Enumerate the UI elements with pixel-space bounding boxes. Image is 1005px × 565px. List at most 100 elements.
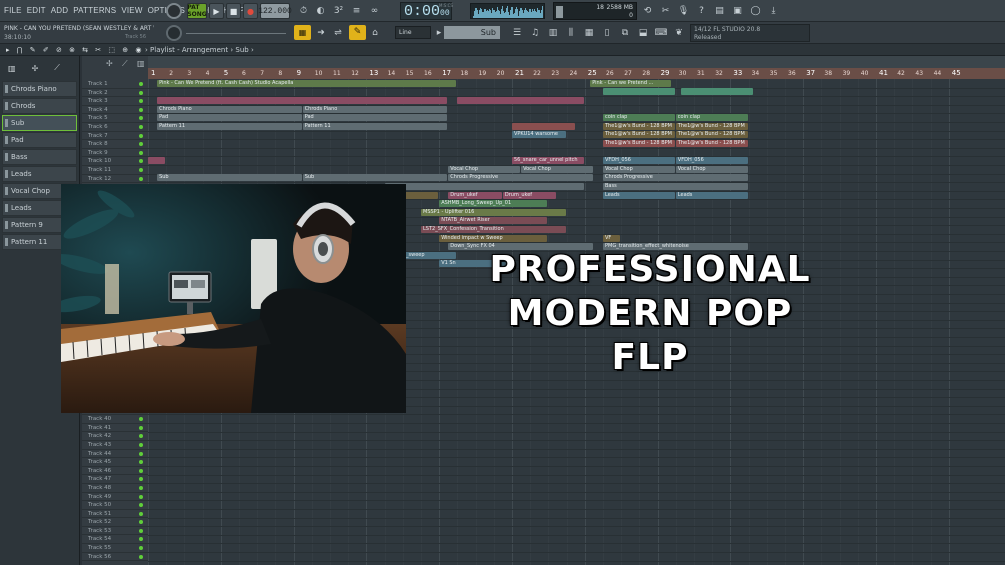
track-enable-led[interactable] [139, 451, 143, 456]
playlist-clip[interactable]: Drum_ukef [502, 191, 557, 199]
audio-icon[interactable]: ⟋ [54, 63, 60, 73]
playlist-clip[interactable]: Pink - Can We Pretend (ft. Cash Cash) St… [157, 79, 457, 87]
magnet-icon[interactable]: ⋂ [17, 46, 23, 54]
track-header[interactable]: Track 11 [82, 166, 148, 175]
playlist-clip[interactable]: Drum_ukef [448, 191, 502, 199]
master-pitch-knob[interactable] [166, 25, 182, 41]
tempo-display[interactable]: 122.000 [258, 3, 292, 19]
track-enable-led[interactable] [139, 528, 143, 533]
playlist-clip[interactable] [384, 183, 584, 190]
track-enable-led[interactable] [139, 142, 143, 147]
delete-icon[interactable]: ⊘ [56, 46, 62, 54]
track-header[interactable]: Track 12 [82, 175, 148, 184]
playlist-clip[interactable]: VFDH_056 [675, 157, 748, 165]
playlist-clip[interactable]: Pad [302, 114, 448, 122]
chat-icon[interactable]: ◯ [748, 4, 763, 18]
track-header[interactable]: Track 51 [82, 510, 148, 519]
pat-song-toggle[interactable]: PAT SONG [187, 3, 207, 19]
metronome-icon[interactable]: ⏱ [296, 4, 311, 18]
track-header[interactable]: Track 1 [82, 80, 148, 89]
loop-record-icon[interactable]: ∞ [367, 4, 382, 18]
track-enable-led[interactable] [139, 477, 143, 482]
track-enable-led[interactable] [139, 554, 143, 559]
playlist-clip[interactable]: ASHMB_Long_Sweep_Up_01 [439, 200, 548, 208]
playlist-clip[interactable]: NTATB_Airwet Riser [439, 217, 548, 225]
track-enable-led[interactable] [139, 116, 143, 121]
link-icon[interactable]: ⇌ [331, 26, 345, 40]
track-header[interactable]: Track 41 [82, 424, 148, 433]
undo-icon[interactable]: ⟲ [640, 4, 655, 18]
track-enable-led[interactable] [139, 520, 143, 525]
playlist-clip[interactable]: Pink - Can we Pretend ... [590, 79, 672, 87]
track-enable-led[interactable] [139, 442, 143, 447]
pattern-item[interactable]: Leads [2, 166, 77, 182]
touch-keyboard-icon[interactable]: ⌨ [654, 26, 668, 40]
playlist-clip[interactable] [457, 97, 584, 104]
track-enable-led[interactable] [139, 511, 143, 516]
track-enable-led[interactable] [139, 494, 143, 499]
playlist-clip[interactable]: Vocal Chop [448, 165, 521, 173]
playlist-clip[interactable]: Sub [157, 174, 302, 182]
track-header[interactable]: Track 50 [82, 501, 148, 510]
plugin-database-icon[interactable]: ▯ [600, 26, 614, 40]
snap-select[interactable]: Line [395, 26, 431, 39]
automation-icon[interactable]: ✢ [32, 64, 39, 73]
track-header[interactable]: Track 5 [82, 114, 148, 123]
pattern-item[interactable]: Bass [2, 149, 77, 165]
record-button[interactable]: ● [243, 3, 258, 19]
track-header[interactable]: Track 48 [82, 484, 148, 493]
blend-notes-icon[interactable]: ≡ [349, 4, 364, 18]
track-header[interactable]: Track 54 [82, 535, 148, 545]
slice-icon[interactable]: ✂ [95, 46, 101, 54]
track-enable-led[interactable] [139, 150, 143, 155]
playlist-clip[interactable] [157, 97, 448, 104]
playback-icon[interactable]: ◉ [135, 46, 141, 54]
playlist-clip[interactable]: Bass [603, 183, 748, 190]
track-enable-led[interactable] [139, 503, 143, 508]
track-enable-led[interactable] [139, 537, 143, 542]
playlist-clip[interactable]: Chrods Piano [157, 105, 302, 113]
help-icon[interactable]: ? [694, 4, 709, 18]
wait-input-icon[interactable]: ◐ [313, 4, 328, 18]
track-header[interactable]: Track 8 [82, 140, 148, 149]
pencil-icon[interactable]: ✎ [349, 25, 366, 40]
track-header[interactable]: Track 4 [82, 106, 148, 115]
track-header[interactable]: Track 40 [82, 415, 148, 424]
menu-view[interactable]: VIEW [121, 6, 142, 15]
main-volume-knob[interactable] [166, 3, 182, 19]
pattern-item[interactable]: Chrods Piano [2, 81, 77, 97]
track-enable-led[interactable] [139, 107, 143, 112]
playlist-pattern[interactable]: Sub [235, 46, 248, 54]
channel-rack-icon[interactable]: ▥ [546, 26, 560, 40]
track-header[interactable]: Track 6 [82, 123, 148, 132]
track-enable-led[interactable] [139, 546, 143, 551]
edit-icon[interactable]: ⟋ [122, 59, 128, 69]
track-enable-led[interactable] [139, 485, 143, 490]
menu-patterns[interactable]: PATTERNS [73, 6, 116, 15]
playlist-clip[interactable]: 56_snare_car_unnel pitch [512, 157, 584, 165]
playlist-clip[interactable]: VPKU14 warsome [512, 131, 566, 139]
master-pitch-slider[interactable] [186, 33, 286, 34]
track-enable-led[interactable] [139, 159, 143, 164]
playlist-clip[interactable]: Chrods Progressive [448, 174, 593, 182]
overview-strip[interactable] [148, 56, 1005, 68]
track-header[interactable]: Track 2 [82, 89, 148, 98]
microphone-icon[interactable]: 🎙 [676, 4, 691, 18]
track-enable-led[interactable] [139, 460, 143, 465]
playlist-clip[interactable]: Leads [603, 191, 675, 199]
playlist-icon[interactable]: ☰ [510, 26, 524, 40]
playlist-clip[interactable] [512, 122, 575, 130]
browser-icon[interactable]: ▦ [582, 26, 596, 40]
pattern-item[interactable]: Chrods Progressive [2, 98, 77, 124]
track-header[interactable]: Track 52 [82, 518, 148, 527]
track-header[interactable]: Track 53 [82, 527, 148, 536]
playlist-clip[interactable]: VFDH_056 [603, 157, 675, 165]
pattern-item[interactable]: Sub [2, 115, 77, 131]
play-button[interactable]: ▶ [209, 3, 224, 19]
track-enable-led[interactable] [139, 434, 143, 439]
track-header[interactable]: Track 7 [82, 132, 148, 141]
playlist-clip[interactable]: The1@w's Bund - 128 BPM [675, 131, 748, 139]
track-header[interactable]: Track 49 [82, 493, 148, 502]
mute-icon[interactable]: ⊗ [69, 46, 75, 54]
brush-icon[interactable]: ⬓ [636, 26, 650, 40]
